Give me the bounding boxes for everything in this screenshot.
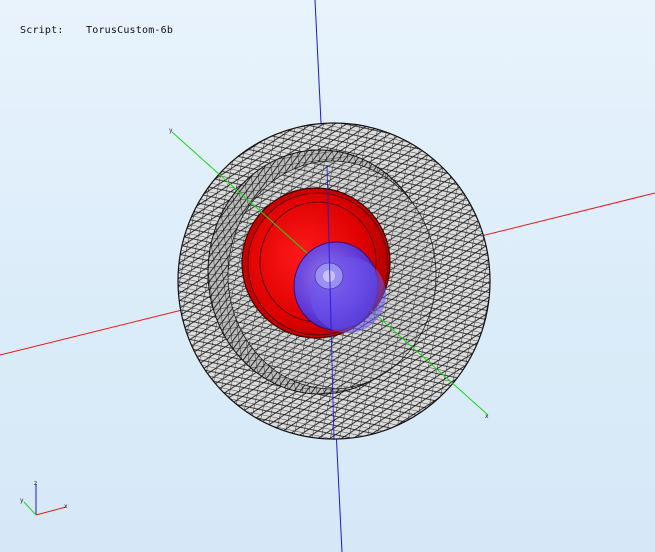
svg-text:z: z (34, 480, 37, 487)
orientation-triad-icon: z x y (20, 480, 68, 516)
script-name: TorusCustom-6b (86, 25, 174, 36)
svg-text:x: x (64, 503, 68, 510)
svg-text:y: y (20, 497, 24, 504)
script-label: Script: (20, 25, 64, 36)
y-axis-end-tip: x (485, 413, 489, 420)
scene-canvas[interactable]: y x z x y (0, 0, 655, 552)
y-axis-tip: y (169, 127, 173, 134)
3d-viewport[interactable]: y x z x y Script: TorusCustom-6b (0, 0, 655, 552)
